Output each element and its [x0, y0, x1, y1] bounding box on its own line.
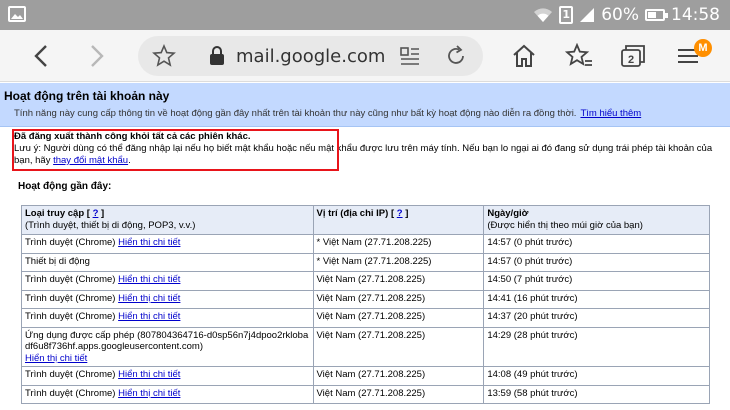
cell-access: Trình duyệt (Chrome) Hiển thị chi tiết [21, 384, 314, 404]
header-location-label: Vị trí (địa chỉ IP) [316, 208, 389, 219]
cell-time: 14:29 (28 phút trước) [483, 326, 710, 367]
reader-mode-icon[interactable] [398, 44, 422, 68]
home-button[interactable] [508, 40, 540, 72]
cell-time: 14:57 (0 phút trước) [483, 234, 710, 254]
access-type-text: Ứng dụng được cấp phép (807804364716-d0s… [25, 329, 309, 353]
cell-time: 13:59 (58 phút trước) [483, 384, 710, 404]
chevron-left-icon [34, 45, 47, 67]
header-access-type: Loại truy cập [ ? ] (Trình duyệt, thiết … [21, 205, 314, 235]
battery-percent: 60% [601, 5, 639, 25]
cell-location: * Việt Nam (27.71.208.225) [312, 234, 485, 254]
profile-avatar[interactable]: M [694, 39, 712, 57]
cell-access: Trình duyệt (Chrome) Hiển thị chi tiết [21, 366, 314, 386]
cell-time: 14:57 (0 phút trước) [483, 252, 710, 272]
table-row: Trình duyệt (Chrome) Hiển thị chi tiết V… [21, 289, 710, 309]
cell-time: 14:37 (20 phút trước) [483, 308, 710, 328]
header-datetime-sub: (Được hiển thị theo múi giờ của bạn) [487, 219, 643, 231]
cell-location: Việt Nam (27.71.208.225) [312, 366, 485, 386]
page-description: Tính năng này cung cấp thông tin về hoạt… [14, 108, 641, 119]
table-row: Ứng dụng được cấp phép (807804364716-d0s… [21, 326, 710, 367]
cell-access: Trình duyệt (Chrome) Hiển thị chi tiết [21, 234, 314, 254]
chevron-right-icon [91, 45, 104, 67]
cell-location: Việt Nam (27.71.208.225) [312, 289, 485, 309]
battery-level-fill [648, 12, 656, 18]
table-row: Thiết bị di động * Việt Nam (27.71.208.2… [21, 252, 710, 272]
activity-table: Loại truy cập [ ? ] (Trình duyệt, thiết … [21, 205, 710, 404]
show-details-link[interactable]: Hiển thị chi tiết [118, 274, 180, 285]
table-row: Trình duyệt (Chrome) Hiển thị chi tiết V… [21, 271, 710, 291]
header-access-sub: (Trình duyệt, thiết bị di động, POP3, v.… [25, 219, 196, 231]
access-type-text: Trình duyệt (Chrome) [25, 369, 116, 380]
header-location: Vị trí (địa chỉ IP) [ ? ] [312, 205, 485, 235]
sim-icon: 1 [559, 6, 574, 24]
home-icon [513, 44, 535, 67]
header-access-label: Loại truy cập [25, 208, 85, 219]
cell-location: Việt Nam (27.71.208.225) [312, 384, 485, 404]
show-details-link[interactable]: Hiển thị chi tiết [118, 293, 180, 304]
lock-icon [210, 46, 224, 65]
bookmarks-button[interactable] [563, 40, 595, 72]
show-details-link[interactable]: Hiển thị chi tiết [25, 353, 87, 364]
cell-time: 14:50 (7 phút trước) [483, 271, 710, 291]
access-type-text: Thiết bị di động [25, 255, 90, 267]
signal-icon [580, 8, 595, 22]
cell-access: Trình duyệt (Chrome) Hiển thị chi tiết [21, 308, 314, 328]
highlight-annotation-box [12, 129, 339, 171]
access-type-text: Trình duyệt (Chrome) [25, 292, 116, 304]
wifi-icon [534, 8, 553, 22]
status-bar: 1 60% 14:58 [0, 0, 730, 30]
header-datetime: Ngày/giờ (Được hiển thị theo múi giờ của… [483, 205, 710, 235]
refresh-icon[interactable] [444, 44, 468, 68]
table-row: Trình duyệt (Chrome) Hiển thị chi tiết *… [21, 234, 710, 254]
description-text: Tính năng này cung cấp thông tin về hoạt… [14, 108, 577, 119]
table-row: Trình duyệt (Chrome) Hiển thị chi tiết V… [21, 366, 710, 386]
access-type-text: Trình duyệt (Chrome) [25, 274, 116, 285]
show-details-link[interactable]: Hiển thị chi tiết [118, 369, 180, 380]
access-help-link[interactable]: ? [93, 208, 99, 219]
cell-access: Trình duyệt (Chrome) Hiển thị chi tiết [21, 271, 314, 291]
star-bookmark-icon[interactable] [152, 44, 176, 68]
tabs-button[interactable]: 2 [617, 40, 649, 72]
cell-location: * Việt Nam (27.71.208.225) [312, 252, 485, 272]
access-type-text: Trình duyệt (Chrome) [25, 311, 116, 322]
table-header-row: Loại truy cập [ ? ] (Trình duyệt, thiết … [21, 205, 710, 235]
location-help-link[interactable]: ? [397, 208, 403, 219]
recent-activity-title: Hoạt động gần đây: [18, 181, 112, 192]
show-details-link[interactable]: Hiển thị chi tiết [118, 388, 180, 399]
address-bar[interactable]: mail.google.com [138, 36, 483, 76]
web-page: Hoạt động trên tài khoản này Tính năng n… [0, 83, 730, 410]
cell-access: Trình duyệt (Chrome) Hiển thị chi tiết [21, 289, 314, 309]
learn-more-link[interactable]: Tìm hiểu thêm [580, 108, 641, 119]
access-type-text: Trình duyệt (Chrome) [25, 237, 116, 248]
tabs-count: 2 [628, 54, 634, 66]
header-datetime-label: Ngày/giờ [487, 208, 529, 219]
show-details-link[interactable]: Hiển thị chi tiết [118, 237, 180, 248]
cell-location: Việt Nam (27.71.208.225) [312, 308, 485, 328]
battery-icon [645, 9, 668, 21]
cell-time: 14:41 (16 phút trước) [483, 289, 710, 309]
back-button[interactable] [26, 40, 58, 72]
access-type-text: Trình duyệt (Chrome) [25, 387, 116, 399]
show-details-link[interactable]: Hiển thị chi tiết [118, 311, 180, 322]
browser-toolbar: mail.google.com 2 M [0, 30, 730, 82]
page-title: Hoạt động trên tài khoản này [4, 89, 170, 103]
clock: 14:58 [671, 5, 720, 25]
page-header: Hoạt động trên tài khoản này Tính năng n… [0, 83, 730, 127]
forward-button[interactable] [80, 40, 112, 72]
cell-location: Việt Nam (27.71.208.225) [312, 326, 485, 367]
tabs-icon: 2 [621, 45, 645, 67]
bookmarks-star-icon [565, 43, 592, 66]
cell-access: Thiết bị di động [21, 252, 314, 272]
table-row: Trình duyệt (Chrome) Hiển thị chi tiết V… [21, 384, 710, 404]
cell-location: Việt Nam (27.71.208.225) [312, 271, 485, 291]
cell-access: Ứng dụng được cấp phép (807804364716-d0s… [21, 326, 314, 367]
cell-time: 14:08 (49 phút trước) [483, 366, 710, 386]
gallery-notification-icon [8, 6, 26, 22]
table-row: Trình duyệt (Chrome) Hiển thị chi tiết V… [21, 308, 710, 328]
url-text[interactable]: mail.google.com [236, 46, 385, 67]
